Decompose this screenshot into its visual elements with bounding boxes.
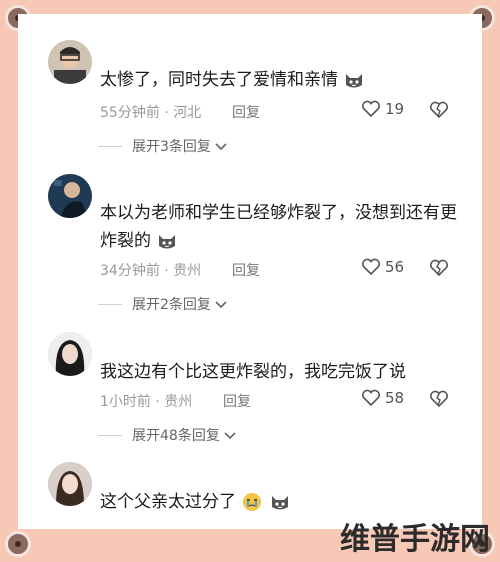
- cat-emoji-icon: [271, 496, 288, 510]
- heart-icon: [361, 258, 381, 276]
- divider: [98, 145, 122, 147]
- avatar[interactable]: [48, 332, 92, 376]
- comment-text: 本以为老师和学生已经够炸裂了，没想到还有更炸裂的: [100, 203, 457, 251]
- corner-pin-bottom-left: [5, 531, 31, 557]
- broken-heart-icon[interactable]: [429, 390, 449, 408]
- like-count: 19: [385, 100, 405, 118]
- comment-text: 我这边有个比这更炸裂的，我吃完饭了说: [100, 362, 406, 382]
- crying-face-emoji-icon: [243, 493, 262, 511]
- watermark: 维普手游网: [340, 522, 490, 557]
- heart-icon: [361, 389, 381, 407]
- heart-icon: [361, 100, 381, 118]
- reply-button[interactable]: 回复: [223, 391, 251, 411]
- comment-text: 这个父亲太过分了: [100, 488, 470, 516]
- comment-text: 太惨了，同时失去了爱情和亲情: [100, 66, 470, 94]
- broken-heart-icon[interactable]: [429, 259, 449, 277]
- like-button[interactable]: 56: [361, 258, 404, 276]
- expand-replies-button[interactable]: 展开48条回复: [98, 425, 237, 445]
- cat-emoji-icon: [159, 235, 176, 249]
- comment-meta: 55分钟前 · 河北: [100, 105, 202, 121]
- chevron-down-icon: [224, 432, 236, 440]
- like-button[interactable]: 19: [361, 100, 404, 118]
- like-count: 56: [385, 258, 405, 276]
- divider: [98, 434, 122, 436]
- expand-replies-button[interactable]: 展开2条回复: [98, 294, 228, 314]
- cat-emoji-icon: [346, 74, 363, 88]
- avatar[interactable]: [48, 174, 92, 218]
- like-count: 58: [385, 389, 405, 407]
- like-button[interactable]: 58: [361, 389, 404, 407]
- divider: [98, 303, 122, 305]
- chevron-down-icon: [215, 301, 227, 309]
- avatar[interactable]: [48, 40, 92, 84]
- broken-heart-icon[interactable]: [429, 101, 449, 119]
- chevron-down-icon: [215, 143, 227, 151]
- reply-button[interactable]: 回复: [232, 260, 260, 280]
- comment-card: 太惨了，同时失去了爱情和亲情 55分钟前 · 河北 回复 19 展开3条回复 本…: [18, 14, 482, 529]
- expand-replies-button[interactable]: 展开3条回复: [98, 136, 228, 156]
- comment-meta: 1小时前 · 贵州: [100, 394, 193, 410]
- reply-button[interactable]: 回复: [232, 102, 260, 122]
- comment-meta: 34分钟前 · 贵州: [100, 263, 202, 279]
- avatar[interactable]: [48, 462, 92, 506]
